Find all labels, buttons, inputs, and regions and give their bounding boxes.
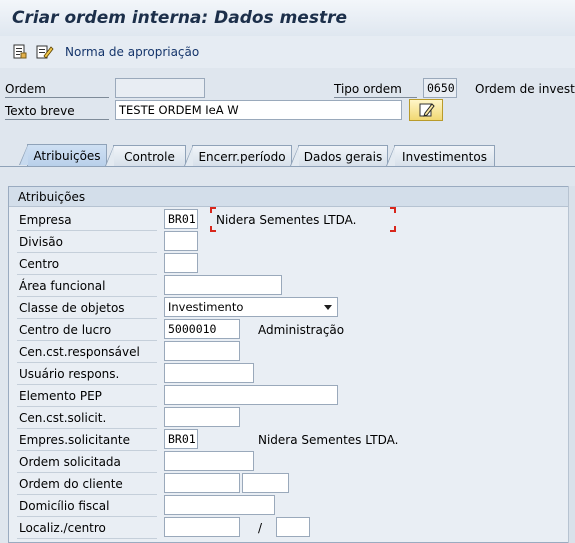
- cen-cst-responsavel-label: Cen.cst.responsável: [19, 345, 140, 359]
- vertical-scrollbar[interactable]: [568, 186, 575, 543]
- elemento-pep-input[interactable]: [164, 385, 338, 405]
- tab-dados-gerais[interactable]: Dados gerais: [290, 145, 388, 166]
- row-separator: [17, 318, 157, 319]
- ordem-do-cliente-item-input[interactable]: [242, 473, 289, 493]
- domicilio-fiscal-label: Domicílio fiscal: [19, 499, 110, 513]
- row-separator: [17, 406, 157, 407]
- usuario-respons-input[interactable]: [164, 363, 254, 383]
- ordem-label-underline: [5, 97, 109, 98]
- row-separator: [17, 450, 157, 451]
- domicilio-fiscal-input[interactable]: [164, 495, 275, 515]
- divisao-label: Divisão: [19, 235, 63, 249]
- empresa-description: Nidera Sementes LTDA.: [216, 213, 357, 227]
- row-separator: [17, 362, 157, 363]
- focus-corner-tr: [390, 207, 396, 213]
- row-separator: [17, 252, 157, 253]
- classe-objetos-label: Classe de objetos: [19, 301, 125, 315]
- row-separator: [17, 428, 157, 429]
- centro-label: Centro: [19, 257, 60, 271]
- ordem-field[interactable]: [115, 78, 205, 98]
- tab-controle[interactable]: Controle: [105, 145, 186, 166]
- focus-corner-bl: [210, 226, 216, 232]
- usuario-respons-label: Usuário respons.: [19, 367, 120, 381]
- edit-document-icon[interactable]: [36, 44, 54, 60]
- texto-breve-underline: [5, 119, 109, 120]
- tipo-ordem-underline: [334, 97, 417, 98]
- group-title: Atribuições: [9, 187, 569, 207]
- row-separator: [17, 494, 157, 495]
- area-funcional-label: Área funcional: [19, 279, 106, 293]
- long-text-edit-button[interactable]: [409, 99, 443, 121]
- centro-lucro-input[interactable]: 5000010: [164, 319, 240, 339]
- focus-corner-tl: [210, 207, 216, 213]
- classe-objetos-select[interactable]: Investimento: [164, 297, 338, 317]
- row-separator: [17, 516, 157, 517]
- cen-cst-responsavel-input[interactable]: [164, 341, 240, 361]
- row-separator: [17, 274, 157, 275]
- empresa-input[interactable]: BR01: [164, 209, 198, 229]
- empresa-label: Empresa: [19, 213, 72, 227]
- cen-cst-solicit-label: Cen.cst.solicit.: [19, 411, 107, 425]
- tipo-ordem-description: Ordem de investi...: [475, 82, 575, 96]
- page-title: Criar ordem interna: Dados mestre: [12, 8, 347, 28]
- row-separator: [17, 538, 157, 539]
- ordem-label: Ordem: [5, 82, 46, 96]
- row-separator: [17, 340, 157, 341]
- tab-atribuicoes[interactable]: Atribuições: [19, 144, 107, 166]
- title-bar: Criar ordem interna: Dados mestre: [0, 0, 575, 36]
- centro-input[interactable]: [164, 253, 198, 273]
- texto-breve-input[interactable]: TESTE ORDEM IeA W: [115, 100, 402, 120]
- row-separator: [17, 230, 157, 231]
- tab-investimentos[interactable]: Investimentos: [386, 145, 495, 166]
- centro-lucro-label: Centro de lucro: [19, 323, 112, 337]
- texto-breve-label: Texto breve: [5, 104, 75, 118]
- ordem-do-cliente-label: Ordem do cliente: [19, 477, 123, 491]
- elemento-pep-label: Elemento PEP: [19, 389, 102, 403]
- ordem-do-cliente-input[interactable]: [164, 473, 240, 493]
- divisao-input[interactable]: [164, 231, 198, 251]
- empres-solicitante-description: Nidera Sementes LTDA.: [258, 433, 399, 447]
- centro-localizacao-input[interactable]: [276, 517, 310, 537]
- row-separator: [17, 384, 157, 385]
- localiz-centro-label: Localiz./centro: [19, 521, 106, 535]
- dropdown-arrow-icon[interactable]: [324, 305, 332, 310]
- ordem-solicitada-label: Ordem solicitada: [19, 455, 121, 469]
- norma-apropriacao-button[interactable]: Norma de apropriação: [65, 45, 199, 59]
- application-toolbar: Norma de apropriação: [0, 36, 575, 68]
- localizacao-input[interactable]: [164, 517, 240, 537]
- tipo-ordem-label: Tipo ordem: [334, 82, 402, 96]
- row-separator: [17, 472, 157, 473]
- focus-corner-br: [390, 226, 396, 232]
- long-text-edit-icon: [419, 102, 435, 121]
- tab-strip: Atribuições Controle Encerr.período Dado…: [0, 144, 575, 166]
- empres-solicitante-label: Empres.solicitante: [19, 433, 130, 447]
- classe-objetos-value: Investimento: [168, 300, 244, 314]
- localiz-separator: /: [258, 521, 263, 535]
- centro-lucro-description: Administração: [258, 323, 345, 337]
- area-funcional-input[interactable]: [164, 275, 282, 295]
- document-save-icon[interactable]: [12, 44, 28, 60]
- tipo-ordem-field[interactable]: 0650: [423, 78, 457, 98]
- empres-solicitante-input[interactable]: BR01: [164, 429, 198, 449]
- row-separator: [17, 296, 157, 297]
- tab-encerr-periodo[interactable]: Encerr.período: [184, 145, 292, 166]
- cen-cst-solicit-input[interactable]: [164, 407, 240, 427]
- ordem-solicitada-input[interactable]: [164, 451, 254, 471]
